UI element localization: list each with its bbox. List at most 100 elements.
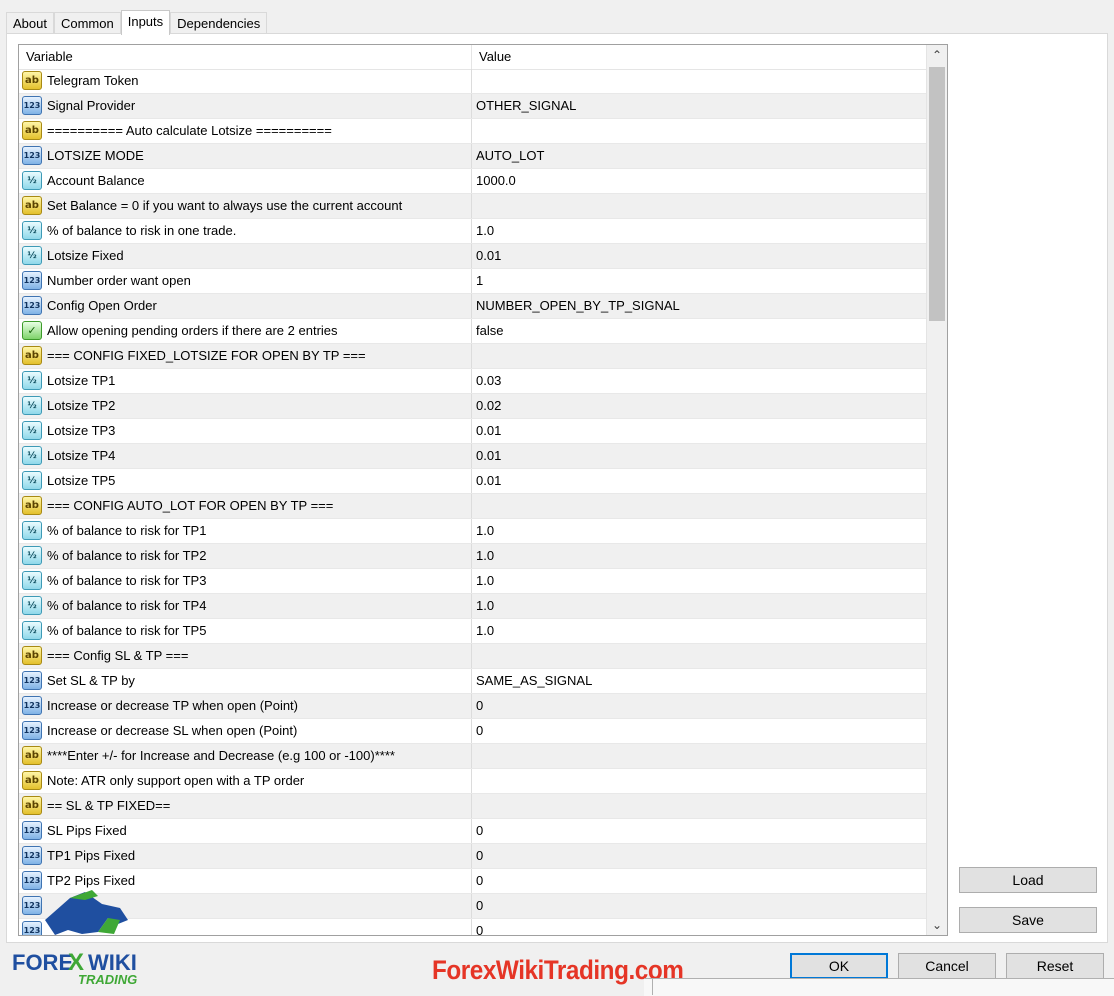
value-cell[interactable] xyxy=(472,344,927,368)
value-cell[interactable]: 0.02 xyxy=(472,394,927,418)
value-cell[interactable] xyxy=(472,644,927,668)
grid-row[interactable]: ab === Config SL & TP === xyxy=(19,644,927,669)
grid-row[interactable]: 123 Set SL & TP by SAME_AS_SIGNAL xyxy=(19,669,927,694)
variable-cell[interactable]: ab === CONFIG FIXED_LOTSIZE FOR OPEN BY T… xyxy=(19,344,472,368)
value-cell[interactable] xyxy=(472,769,927,793)
value-cell[interactable] xyxy=(472,794,927,818)
value-cell[interactable]: 1 xyxy=(472,269,927,293)
grid-row[interactable]: ½ Lotsize TP4 0.01 xyxy=(19,444,927,469)
value-cell[interactable]: 1.0 xyxy=(472,519,927,543)
value-cell[interactable]: 0.01 xyxy=(472,444,927,468)
value-cell[interactable]: 0 xyxy=(472,694,927,718)
ok-button[interactable]: OK xyxy=(790,953,888,979)
value-cell[interactable]: 1.0 xyxy=(472,619,927,643)
grid-row[interactable]: ½ % of balance to risk for TP3 1.0 xyxy=(19,569,927,594)
variable-cell[interactable]: ½ % of balance to risk for TP5 xyxy=(19,619,472,643)
value-cell[interactable] xyxy=(472,494,927,518)
grid-row[interactable]: ½ % of balance to risk for TP2 1.0 xyxy=(19,544,927,569)
variable-cell[interactable]: 123 Number order want open xyxy=(19,269,472,293)
variable-cell[interactable]: ab Telegram Token xyxy=(19,69,472,93)
grid-row[interactable]: ½ % of balance to risk in one trade. 1.0 xyxy=(19,219,927,244)
grid-row[interactable]: ½ Lotsize Fixed 0.01 xyxy=(19,244,927,269)
variable-cell[interactable]: ½ Lotsize TP4 xyxy=(19,444,472,468)
variable-cell[interactable]: ab === CONFIG AUTO_LOT FOR OPEN BY TP === xyxy=(19,494,472,518)
value-cell[interactable] xyxy=(472,119,927,143)
variable-cell[interactable]: 123 Config Open Order xyxy=(19,294,472,318)
grid-row[interactable]: ½ Lotsize TP5 0.01 xyxy=(19,469,927,494)
value-cell[interactable]: 1000.0 xyxy=(472,169,927,193)
value-cell[interactable]: 1.0 xyxy=(472,544,927,568)
variable-cell[interactable]: 123 Signal Provider xyxy=(19,94,472,118)
grid-row[interactable]: ½ Lotsize TP2 0.02 xyxy=(19,394,927,419)
variable-cell[interactable]: 123 Increase or decrease SL when open (Po… xyxy=(19,719,472,743)
value-cell[interactable]: 0.01 xyxy=(472,469,927,493)
variable-cell[interactable]: ½ % of balance to risk for TP3 xyxy=(19,569,472,593)
grid-row[interactable]: ½ % of balance to risk for TP5 1.0 xyxy=(19,619,927,644)
value-cell[interactable]: 0 xyxy=(472,819,927,843)
grid-row[interactable]: ½ % of balance to risk for TP1 1.0 xyxy=(19,519,927,544)
variable-cell[interactable]: ½ % of balance to risk for TP4 xyxy=(19,594,472,618)
variable-cell[interactable]: ½ Lotsize TP1 xyxy=(19,369,472,393)
grid-row[interactable]: ab Set Balance = 0 if you want to always … xyxy=(19,194,927,219)
vertical-scrollbar[interactable]: ⌃ ⌄ xyxy=(926,45,947,935)
scroll-up-arrow-icon[interactable]: ⌃ xyxy=(927,45,947,65)
variable-cell[interactable]: 123 SL Pips Fixed xyxy=(19,819,472,843)
grid-row[interactable]: ✓ Allow opening pending orders if there a… xyxy=(19,319,927,344)
grid-row[interactable]: 123 SL Pips Fixed 0 xyxy=(19,819,927,844)
variable-cell[interactable]: 123 LOTSIZE MODE xyxy=(19,144,472,168)
variable-cell[interactable]: ab Set Balance = 0 if you want to always … xyxy=(19,194,472,218)
grid-row[interactable]: ½ Lotsize TP3 0.01 xyxy=(19,419,927,444)
grid-row[interactable]: 123 Config Open Order NUMBER_OPEN_BY_TP_SI… xyxy=(19,294,927,319)
scroll-thumb[interactable] xyxy=(929,67,945,321)
value-cell[interactable]: 0 xyxy=(472,919,927,935)
value-cell[interactable]: OTHER_SIGNAL xyxy=(472,94,927,118)
grid-row[interactable]: ab ****Enter +/- for Increase and Decreas… xyxy=(19,744,927,769)
grid-row[interactable]: ½ Lotsize TP1 0.03 xyxy=(19,369,927,394)
tab-common[interactable]: Common xyxy=(53,12,121,35)
value-cell[interactable]: 0 xyxy=(472,844,927,868)
grid-row[interactable]: 123 Signal Provider OTHER_SIGNAL xyxy=(19,94,927,119)
cancel-button[interactable]: Cancel xyxy=(898,953,996,979)
value-cell[interactable]: NUMBER_OPEN_BY_TP_SIGNAL xyxy=(472,294,927,318)
grid-row[interactable]: ab == SL & TP FIXED== xyxy=(19,794,927,819)
grid-row[interactable]: 123 TP1 Pips Fixed 0 xyxy=(19,844,927,869)
variable-cell[interactable]: ½ Lotsize TP2 xyxy=(19,394,472,418)
variable-cell[interactable]: ½ % of balance to risk in one trade. xyxy=(19,219,472,243)
tab-inputs[interactable]: Inputs xyxy=(120,10,171,35)
variable-cell[interactable]: ab ========== Auto calculate Lotsize ====… xyxy=(19,119,472,143)
value-cell[interactable]: 0 xyxy=(472,719,927,743)
value-cell[interactable]: 1.0 xyxy=(472,594,927,618)
value-cell[interactable]: 0 xyxy=(472,869,927,893)
value-cell[interactable] xyxy=(472,194,927,218)
tab-about[interactable]: About xyxy=(6,12,54,35)
variable-cell[interactable]: ½ Lotsize Fixed xyxy=(19,244,472,268)
value-cell[interactable] xyxy=(472,69,927,93)
grid-row[interactable]: 123 Increase or decrease SL when open (Po… xyxy=(19,719,927,744)
variable-cell[interactable]: ab === Config SL & TP === xyxy=(19,644,472,668)
variable-cell[interactable]: ½ Lotsize TP5 xyxy=(19,469,472,493)
grid-row[interactable]: ab Note: ATR only support open with a TP … xyxy=(19,769,927,794)
value-cell[interactable]: 1.0 xyxy=(472,219,927,243)
variable-cell[interactable]: 123 Set SL & TP by xyxy=(19,669,472,693)
value-cell[interactable]: 1.0 xyxy=(472,569,927,593)
save-button[interactable]: Save xyxy=(959,907,1097,933)
value-cell[interactable]: AUTO_LOT xyxy=(472,144,927,168)
variable-cell[interactable]: ½ Lotsize TP3 xyxy=(19,419,472,443)
grid-row[interactable]: ab === CONFIG AUTO_LOT FOR OPEN BY TP === xyxy=(19,494,927,519)
variable-cell[interactable]: ab ****Enter +/- for Increase and Decreas… xyxy=(19,744,472,768)
grid-row[interactable]: ½ % of balance to risk for TP4 1.0 xyxy=(19,594,927,619)
variable-cell[interactable]: ✓ Allow opening pending orders if there a… xyxy=(19,319,472,343)
scroll-down-arrow-icon[interactable]: ⌄ xyxy=(927,915,947,935)
load-button[interactable]: Load xyxy=(959,867,1097,893)
grid-row[interactable]: 123 LOTSIZE MODE AUTO_LOT xyxy=(19,144,927,169)
tab-dependencies[interactable]: Dependencies xyxy=(170,12,268,35)
value-cell[interactable]: 0.01 xyxy=(472,419,927,443)
variable-cell[interactable]: 123 Increase or decrease TP when open (Po… xyxy=(19,694,472,718)
variable-cell[interactable]: ½ Account Balance xyxy=(19,169,472,193)
variable-cell[interactable]: ab == SL & TP FIXED== xyxy=(19,794,472,818)
variable-cell[interactable]: ½ % of balance to risk for TP1 xyxy=(19,519,472,543)
grid-row[interactable]: ab ========== Auto calculate Lotsize ====… xyxy=(19,119,927,144)
reset-button[interactable]: Reset xyxy=(1006,953,1104,979)
value-cell[interactable]: SAME_AS_SIGNAL xyxy=(472,669,927,693)
variable-cell[interactable]: 123 TP1 Pips Fixed xyxy=(19,844,472,868)
